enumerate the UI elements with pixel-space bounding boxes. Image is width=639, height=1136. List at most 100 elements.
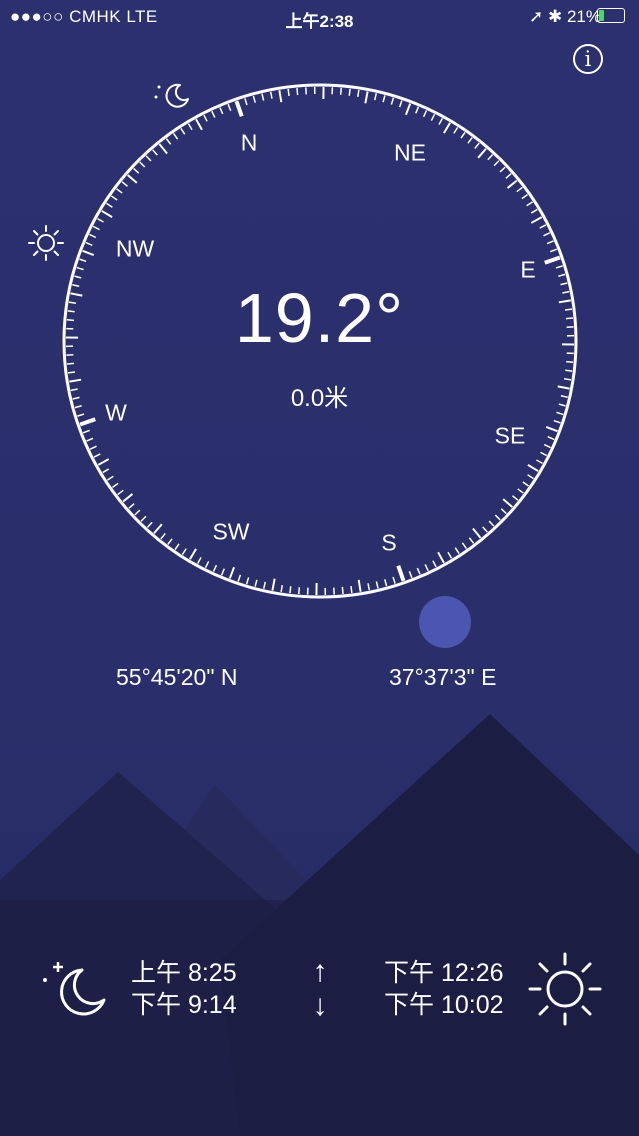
dial-tick	[160, 533, 166, 540]
dial-tick	[392, 576, 396, 584]
dial-tick	[539, 224, 547, 229]
dial-tick	[116, 188, 123, 194]
dial-tick	[128, 503, 135, 509]
dial-tick	[382, 95, 386, 103]
direction-s: S	[381, 529, 397, 556]
dial-tick	[82, 249, 95, 256]
compass-app: ●●●○○ CMHK LTE 上午2:38 ➚ ✱ 21% i N NE E S…	[0, 0, 639, 1136]
dial-tick	[565, 369, 573, 372]
dial-tick	[424, 564, 429, 572]
dial-tick	[86, 437, 94, 442]
dial-tick	[244, 98, 248, 106]
dial-tick	[341, 586, 344, 595]
sun-times: 下午 12:26 下午 10:02	[384, 957, 504, 1021]
dial-tick	[460, 132, 466, 139]
dial-tick	[375, 581, 379, 589]
dial-tick	[530, 216, 543, 224]
dial-tick	[430, 113, 436, 121]
dial-tick	[82, 429, 90, 434]
dial-major-tick	[544, 255, 561, 265]
dial-major-tick	[396, 565, 406, 582]
dial-tick	[530, 208, 538, 214]
dial-tick	[339, 87, 343, 95]
moon-icon	[43, 962, 106, 1016]
dial-tick	[112, 482, 119, 489]
dial-tick	[522, 481, 529, 487]
dial-tick	[438, 118, 444, 125]
dial-tick	[79, 258, 87, 263]
dial-major-tick	[234, 100, 244, 117]
dial-tick	[97, 458, 110, 466]
dial-tick	[447, 551, 453, 559]
dial-tick	[502, 498, 513, 508]
dial-tick	[117, 489, 124, 496]
dial-tick	[220, 568, 225, 576]
dial-tick	[261, 93, 265, 101]
dial-tick	[364, 91, 369, 104]
dial-tick	[422, 110, 428, 118]
dial-tick	[254, 579, 258, 587]
dial-tick	[133, 167, 140, 174]
dial-tick	[93, 453, 101, 458]
dial-tick	[408, 571, 413, 579]
dial-tick	[287, 88, 290, 97]
dial-tick	[66, 362, 75, 365]
dial-tick	[521, 193, 528, 200]
dial-tick	[517, 488, 524, 494]
sun-icon	[528, 952, 602, 1026]
moon-times: 上午 8:25 下午 9:14	[131, 957, 237, 1021]
dial-tick	[92, 225, 100, 231]
dial-tick	[505, 173, 512, 179]
dial-tick	[536, 459, 543, 465]
dial-tick	[85, 241, 93, 246]
dial-tick	[212, 564, 218, 572]
dial-tick	[398, 100, 403, 108]
direction-se: SE	[494, 422, 526, 449]
latitude-value: 55°45'20" N	[116, 664, 238, 690]
dial-tick	[373, 93, 378, 101]
dial-tick	[97, 217, 104, 223]
dial-tick	[228, 566, 235, 579]
dial-tick	[488, 520, 495, 527]
dial-tick	[107, 475, 114, 481]
dial-tick	[558, 273, 566, 277]
dial-tick	[289, 586, 292, 594]
dial-tick	[477, 148, 487, 159]
dial-tick	[500, 508, 507, 515]
longitude-value: 37°37'3" E	[389, 664, 497, 690]
arrow-up-icon: ↑	[312, 955, 328, 988]
dial-tick	[102, 468, 110, 474]
dial-tick	[262, 581, 267, 589]
dial-tick	[187, 123, 193, 131]
sunrise-time: 下午 12:26	[384, 959, 504, 987]
dial-tick	[237, 574, 242, 582]
direction-nw: NW	[115, 235, 155, 262]
dial-tick	[196, 557, 202, 564]
dial-tick	[121, 181, 128, 187]
dial-tick	[526, 201, 533, 207]
dial-tick	[516, 186, 523, 193]
dial-tick	[211, 110, 216, 118]
dial-tick	[106, 202, 113, 208]
altitude-value: 0.0米	[290, 385, 349, 412]
dial-tick	[467, 137, 473, 144]
dial-tick	[468, 537, 475, 544]
dial-tick	[527, 464, 539, 472]
dial-tick	[540, 451, 548, 457]
dial-tick	[405, 103, 412, 116]
moon-position-icon	[154, 83, 189, 108]
dial-tick	[271, 578, 276, 591]
dial-tick	[134, 509, 141, 516]
dial-tick	[252, 95, 256, 103]
dial-tick	[487, 154, 494, 161]
dial-tick	[189, 548, 197, 560]
moon-position-dot	[419, 596, 471, 648]
dial-tick	[416, 567, 421, 575]
dial-tick	[432, 560, 437, 568]
dial-tick	[545, 426, 558, 433]
dial-tick	[367, 583, 371, 591]
dial-tick	[453, 127, 459, 134]
dial-tick	[553, 419, 561, 424]
dial-tick	[550, 248, 558, 253]
dial-tick	[152, 149, 158, 156]
